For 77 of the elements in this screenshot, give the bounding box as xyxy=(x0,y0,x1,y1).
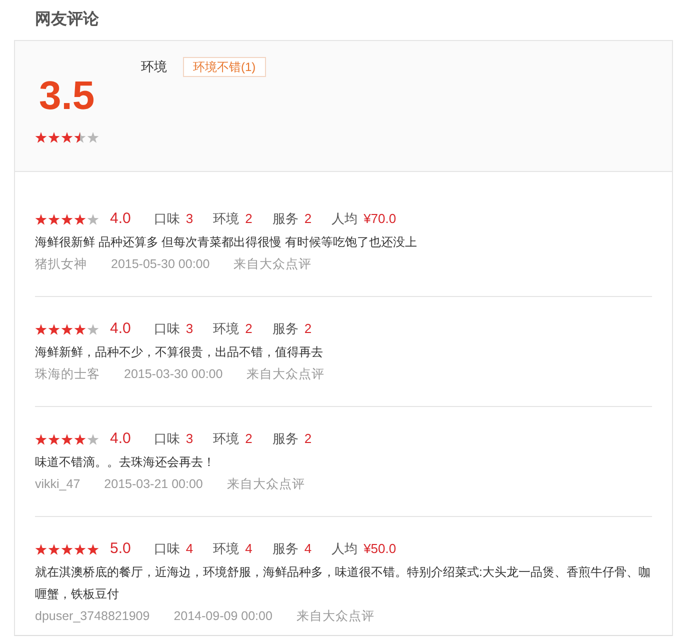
rating-value: 2 xyxy=(304,430,312,448)
rating-value: 2 xyxy=(245,320,252,338)
user-name: vikki_47 xyxy=(35,476,80,493)
star-icon xyxy=(35,324,47,334)
rating-value: ¥50.0 xyxy=(364,540,396,558)
rating-value: ¥70.0 xyxy=(364,210,396,228)
rating-label: 口味 xyxy=(154,320,180,338)
rating-value: 4 xyxy=(245,540,252,558)
rating-value: 3 xyxy=(186,430,194,448)
star-icon xyxy=(35,214,47,224)
rating-value: 2 xyxy=(245,210,252,228)
rating-label: 口味 xyxy=(154,210,180,228)
rating-value: 3 xyxy=(186,320,194,338)
rating-value: 4 xyxy=(186,540,194,558)
star-icon xyxy=(87,132,99,143)
half-star-icon xyxy=(74,132,86,143)
review-source: 来自大众点评 xyxy=(246,366,325,383)
star-icon xyxy=(61,434,73,444)
rating-label: 人均 xyxy=(332,540,358,558)
review-text: 海鲜很新鲜 品种还算多 但每次青菜都出得很慢 有时候等吃饱了也还没上 xyxy=(35,234,418,251)
rating-label: 环境 xyxy=(213,430,240,448)
review-source: 来自大众点评 xyxy=(296,608,374,625)
review-text: 味道不错滴。。去珠海还会再去！ xyxy=(35,454,216,471)
rating-label: 人均 xyxy=(332,210,358,228)
star-icon xyxy=(87,434,99,444)
review-score: 4.0 xyxy=(110,319,131,339)
rating-label: 服务 xyxy=(272,320,298,338)
rating-value: 2 xyxy=(245,430,252,448)
rating-value: 2 xyxy=(304,320,312,338)
star-icon xyxy=(87,324,99,334)
rating-label: 环境 xyxy=(213,210,240,228)
user-name: 珠海的士客 xyxy=(35,366,100,383)
review-text: 海鲜新鲜，品种不少，不算很贵，出品不错，值得再去 xyxy=(35,344,324,361)
star-icon xyxy=(48,324,60,334)
user-name: 猪扒女神 xyxy=(35,256,87,273)
star-icon xyxy=(48,214,60,224)
star-icon xyxy=(48,434,60,444)
star-icon xyxy=(74,434,86,444)
star-icon xyxy=(87,214,99,224)
review-date: 2014-09-09 00:00 xyxy=(174,608,272,625)
star-icon xyxy=(74,544,86,554)
star-icon xyxy=(87,544,99,554)
review-date: 2015-05-30 00:00 xyxy=(111,256,210,273)
section-title: 网友评论 xyxy=(34,10,100,30)
rating-label: 环境 xyxy=(213,540,240,558)
review-tag[interactable]: 环境不错(1) xyxy=(183,57,266,77)
rating-value: 3 xyxy=(186,210,194,228)
star-icon xyxy=(35,544,47,554)
review-score: 4.0 xyxy=(110,209,131,229)
star-icon xyxy=(61,324,73,334)
rating-label: 服务 xyxy=(272,210,298,228)
review-date: 2015-03-30 00:00 xyxy=(124,366,223,383)
review-score: 5.0 xyxy=(110,539,131,559)
star-icon xyxy=(61,544,73,554)
review-source: 来自大众点评 xyxy=(226,476,305,493)
rating-value: 2 xyxy=(304,210,312,228)
star-icon xyxy=(61,214,73,224)
star-icon xyxy=(74,214,86,224)
rating-value: 4 xyxy=(304,540,312,558)
review-text: 就在淇澳桥底的餐厅，近海边，环境舒服，海鲜品种多，味道很不错。特别介绍菜式:大头龙一品煲、香煎牛仔骨、咖喱蟹，铁板豆付 xyxy=(35,564,652,603)
star-icon xyxy=(35,434,47,444)
rating-label: 服务 xyxy=(272,540,298,558)
rating-label: 环境 xyxy=(213,320,240,338)
review-source: 来自大众点评 xyxy=(234,256,312,273)
review-score: 4.0 xyxy=(110,429,131,449)
star-icon xyxy=(61,132,73,143)
user-name: dpuser_3748821909 xyxy=(35,608,150,625)
overall-score: 3.5 xyxy=(39,76,96,116)
rating-label: 口味 xyxy=(154,540,180,558)
star-icon xyxy=(35,132,47,143)
rating-label: 服务 xyxy=(272,430,298,448)
review-date: 2015-03-21 00:00 xyxy=(104,476,203,493)
rating-label: 口味 xyxy=(154,430,180,448)
aspect-label: 环境 xyxy=(141,58,167,76)
star-icon xyxy=(48,132,60,143)
star-icon xyxy=(74,324,86,334)
star-icon xyxy=(48,544,60,554)
